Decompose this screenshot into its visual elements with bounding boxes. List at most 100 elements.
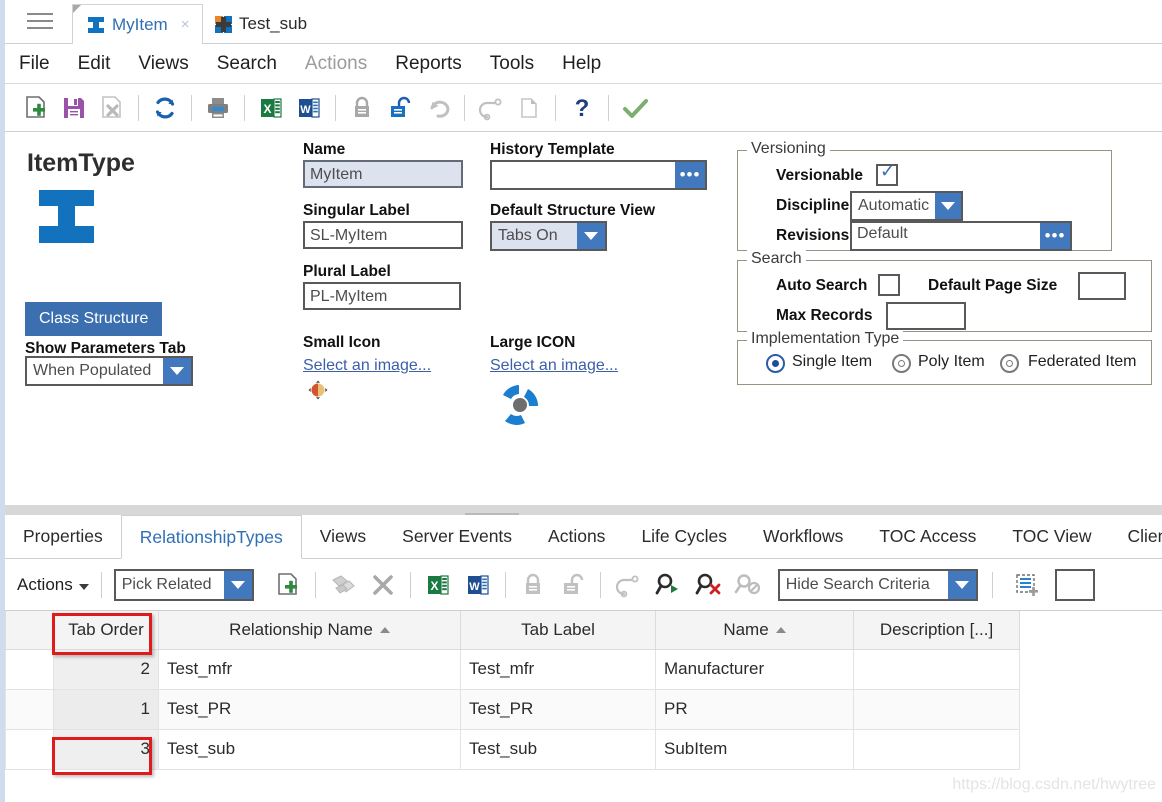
small-icon-select-link[interactable]: Select an image... bbox=[303, 357, 431, 375]
name-input[interactable]: MyItem bbox=[303, 160, 463, 188]
row-selector-cell[interactable] bbox=[5, 648, 54, 690]
tab-client[interactable]: Client bbox=[1109, 515, 1162, 558]
redo-icon[interactable] bbox=[472, 89, 510, 127]
menu-item-reports[interactable]: Reports bbox=[395, 53, 462, 75]
refresh-icon[interactable] bbox=[146, 89, 184, 127]
radio-single-item[interactable] bbox=[766, 354, 785, 373]
tab-relationshiptypes[interactable]: RelationshipTypes bbox=[120, 515, 302, 559]
cell-description[interactable] bbox=[853, 688, 1020, 730]
cell-tab-label[interactable]: Test_sub bbox=[460, 728, 656, 770]
cell-tab-order[interactable]: 1 bbox=[53, 688, 159, 730]
hamburger-menu-icon[interactable] bbox=[27, 13, 55, 33]
tab-toc-view[interactable]: TOC View bbox=[994, 515, 1109, 558]
column-header-description[interactable]: Description [...] bbox=[853, 611, 1020, 650]
done-icon[interactable] bbox=[616, 89, 654, 127]
tab-server-events[interactable]: Server Events bbox=[384, 515, 530, 558]
export-word-icon[interactable]: W bbox=[458, 565, 498, 605]
lock-icon[interactable] bbox=[343, 89, 381, 127]
menu-item-help[interactable]: Help bbox=[562, 53, 601, 75]
help-icon[interactable]: ? bbox=[563, 89, 601, 127]
actions-dropdown-button[interactable]: Actions bbox=[17, 575, 89, 595]
tab-life-cycles[interactable]: Life Cycles bbox=[623, 515, 745, 558]
history-template-input[interactable] bbox=[492, 162, 675, 188]
tab-workflows[interactable]: Workflows bbox=[745, 515, 861, 558]
cell-name[interactable]: Manufacturer bbox=[655, 648, 854, 690]
unlock-icon[interactable] bbox=[553, 565, 593, 605]
radio-poly-item[interactable] bbox=[892, 354, 911, 373]
cell-relationship-name[interactable]: Test_PR bbox=[158, 688, 461, 730]
cell-tab-label[interactable]: Test_mfr bbox=[460, 648, 656, 690]
tab-properties[interactable]: Properties bbox=[5, 515, 121, 558]
chevron-down-icon[interactable] bbox=[947, 570, 976, 599]
cell-name[interactable]: PR bbox=[655, 688, 854, 730]
revisions-input[interactable]: Default bbox=[852, 223, 1040, 249]
new-relationship-icon[interactable] bbox=[268, 565, 308, 605]
cell-description[interactable] bbox=[853, 648, 1020, 690]
default-page-size-input[interactable] bbox=[1078, 272, 1126, 300]
menu-item-tools[interactable]: Tools bbox=[490, 53, 534, 75]
menu-item-edit[interactable]: Edit bbox=[78, 53, 111, 75]
chevron-down-icon[interactable] bbox=[935, 193, 961, 219]
menu-item-file[interactable]: File bbox=[19, 53, 50, 75]
menu-item-views[interactable]: Views bbox=[138, 53, 188, 75]
table-row[interactable]: 3 Test_sub Test_sub SubItem bbox=[5, 728, 1020, 770]
undo-icon[interactable] bbox=[419, 89, 457, 127]
row-selector-cell[interactable] bbox=[5, 688, 54, 730]
copy-icon[interactable] bbox=[510, 89, 548, 127]
clear-search-icon[interactable] bbox=[688, 565, 728, 605]
chevron-down-icon[interactable] bbox=[223, 570, 252, 599]
hide-search-criteria-select[interactable]: Hide Search Criteria bbox=[777, 568, 978, 601]
radio-federated-item[interactable] bbox=[1000, 354, 1019, 373]
cell-relationship-name[interactable]: Test_sub bbox=[158, 728, 461, 770]
history-template-browse-button[interactable]: ••• bbox=[675, 162, 705, 188]
revisions-browse-button[interactable]: ••• bbox=[1040, 223, 1070, 249]
singular-label-input[interactable]: SL-MyItem bbox=[303, 221, 463, 249]
delete-relationship-icon[interactable] bbox=[363, 565, 403, 605]
cell-name[interactable]: SubItem bbox=[655, 728, 854, 770]
tab-toc-access[interactable]: TOC Access bbox=[861, 515, 994, 558]
cell-tab-order[interactable]: 3 bbox=[53, 728, 159, 770]
table-row[interactable]: 1 Test_PR Test_PR PR bbox=[5, 688, 1020, 730]
cell-tab-order[interactable]: 2 bbox=[53, 648, 159, 690]
row-selector-cell[interactable] bbox=[5, 728, 54, 770]
run-search-icon[interactable] bbox=[648, 565, 688, 605]
large-icon-select-link[interactable]: Select an image... bbox=[490, 357, 618, 375]
pick-related-select[interactable]: Pick Related bbox=[113, 568, 254, 601]
export-word-icon[interactable]: W bbox=[290, 89, 328, 127]
column-header-selector[interactable] bbox=[5, 611, 54, 650]
close-icon[interactable]: × bbox=[181, 17, 190, 32]
column-header-tab-label[interactable]: Tab Label bbox=[460, 611, 656, 650]
chevron-down-icon[interactable] bbox=[577, 223, 605, 249]
pick-existing-icon[interactable] bbox=[323, 565, 363, 605]
tab-views[interactable]: Views bbox=[302, 515, 384, 558]
select-all-icon[interactable] bbox=[1007, 565, 1047, 605]
menu-item-search[interactable]: Search bbox=[217, 53, 277, 75]
plural-label-input[interactable]: PL-MyItem bbox=[303, 282, 461, 310]
print-icon[interactable] bbox=[199, 89, 237, 127]
save-icon[interactable] bbox=[55, 89, 93, 127]
table-row[interactable]: 2 Test_mfr Test_mfr Manufacturer bbox=[5, 648, 1020, 690]
tab-actions[interactable]: Actions bbox=[530, 515, 623, 558]
redo-icon[interactable] bbox=[608, 565, 648, 605]
discipline-select[interactable]: Automatic bbox=[850, 191, 963, 221]
auto-search-checkbox[interactable] bbox=[878, 274, 900, 296]
chevron-down-icon[interactable] bbox=[163, 358, 191, 384]
versionable-checkbox[interactable] bbox=[876, 161, 898, 186]
document-tab-myitem[interactable]: MyItem × bbox=[72, 4, 203, 44]
export-excel-icon[interactable]: X bbox=[252, 89, 290, 127]
cell-description[interactable] bbox=[853, 728, 1020, 770]
default-structure-view-select[interactable]: Tabs On bbox=[490, 221, 607, 251]
unlock-icon[interactable] bbox=[381, 89, 419, 127]
column-header-name[interactable]: Name bbox=[655, 611, 854, 650]
search-input[interactable] bbox=[1054, 568, 1095, 601]
lock-icon[interactable] bbox=[513, 565, 553, 605]
class-structure-button[interactable]: Class Structure bbox=[25, 302, 163, 336]
column-header-relationship-name[interactable]: Relationship Name bbox=[158, 611, 461, 650]
new-icon[interactable] bbox=[17, 89, 55, 127]
delete-icon[interactable] bbox=[93, 89, 131, 127]
document-tab-test-sub[interactable]: Test_sub bbox=[201, 4, 319, 44]
column-header-tab-order[interactable]: Tab Order bbox=[53, 611, 159, 650]
show-parameters-tab-select[interactable]: When Populated bbox=[25, 356, 193, 386]
export-excel-icon[interactable]: X bbox=[418, 565, 458, 605]
panel-splitter[interactable] bbox=[5, 505, 1162, 515]
